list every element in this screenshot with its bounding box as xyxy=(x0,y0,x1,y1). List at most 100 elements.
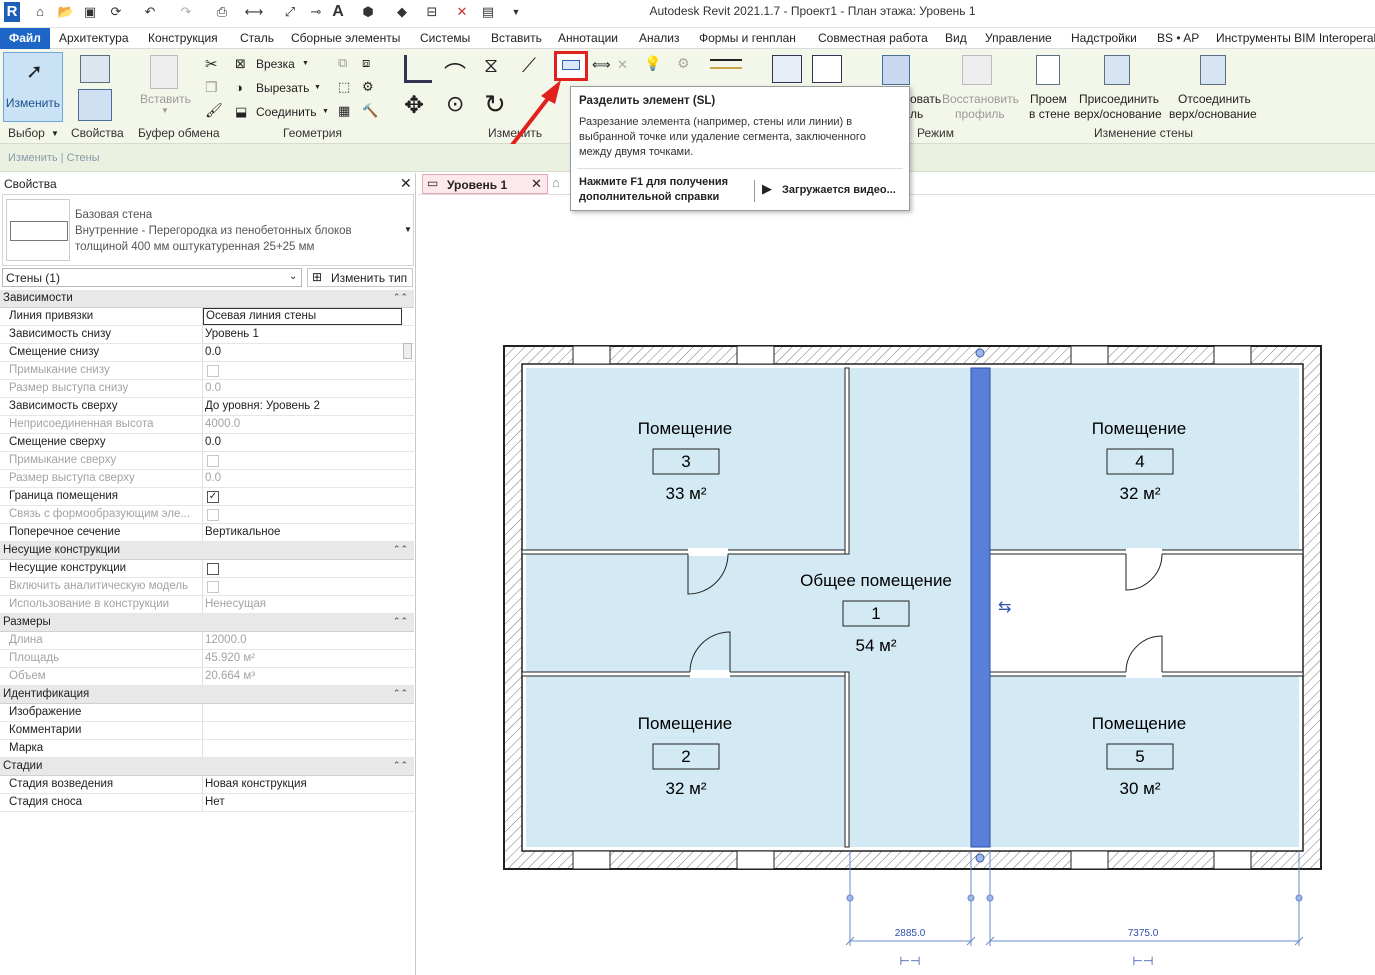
partition-wall[interactable] xyxy=(844,367,850,555)
tab-structure[interactable]: Конструкция xyxy=(148,28,218,49)
property-section[interactable]: Размеры ⌃⌃ xyxy=(0,614,414,632)
properties-scrollbar[interactable] xyxy=(403,343,412,359)
paste-label[interactable]: Вставить xyxy=(140,92,191,106)
door-opening[interactable] xyxy=(1126,670,1162,678)
property-row[interactable]: Стадия возведения Новая конструкция xyxy=(0,776,414,794)
property-row[interactable]: Зависимость сверху До уровня: Уровень 2 xyxy=(0,398,414,416)
property-checkbox[interactable]: ✓ xyxy=(207,491,219,503)
property-row[interactable]: Поперечное сечение Вертикальное xyxy=(0,524,414,542)
home-view-icon[interactable]: ⌂ xyxy=(552,175,560,190)
door-opening[interactable] xyxy=(690,670,730,678)
demolish-icon[interactable]: ⚙ xyxy=(362,79,374,95)
close-tab-icon[interactable]: ✕ xyxy=(531,176,542,192)
move-icon[interactable]: ✥ xyxy=(404,91,424,120)
drawing-canvas[interactable]: ⇆ Помещение 3 33 м² Помещение 4 32 м² Об… xyxy=(418,196,1375,975)
property-value[interactable]: До уровня: Уровень 2 xyxy=(205,400,320,412)
property-value[interactable]: Нет xyxy=(205,796,225,808)
unpin-icon[interactable]: ✕ xyxy=(617,57,628,73)
tab-annotate[interactable]: Аннотации xyxy=(558,28,618,49)
copy-icon[interactable]: ❐ xyxy=(205,79,218,96)
dimension-value[interactable]: 2885.0 xyxy=(895,928,926,939)
tab-precast[interactable]: Сборные элементы xyxy=(291,28,400,49)
window[interactable] xyxy=(736,850,775,870)
property-row[interactable]: Изображение xyxy=(0,704,414,722)
window[interactable] xyxy=(1070,850,1109,870)
close-icon[interactable]: ✕ xyxy=(400,175,412,192)
wall-end-grip[interactable] xyxy=(975,348,985,358)
cut-icon[interactable]: ✂ xyxy=(205,55,218,73)
partition-wall[interactable] xyxy=(521,549,850,555)
property-row[interactable]: Комментарии xyxy=(0,722,414,740)
property-value[interactable]: 0.0 xyxy=(205,436,221,448)
hammer-icon[interactable]: 🔨 xyxy=(362,103,378,119)
paint-icon[interactable]: ⬚ xyxy=(338,79,350,95)
window[interactable] xyxy=(1213,345,1252,365)
offset-icon[interactable]: ⌒ xyxy=(444,57,466,89)
property-section[interactable]: Несущие конструкции ⌃⌃ xyxy=(0,542,414,560)
edit-type-button[interactable]: ⊞ Изменить тип xyxy=(307,268,413,287)
cope-icon[interactable]: ⊠ xyxy=(235,56,246,72)
door-opening[interactable] xyxy=(688,548,728,556)
property-section[interactable]: Стадии ⌃⌃ xyxy=(0,758,414,776)
paste-icon[interactable] xyxy=(150,55,178,89)
tab-view[interactable]: Вид xyxy=(945,28,967,49)
cut-geometry-icon[interactable]: ◑ xyxy=(235,80,243,95)
flip-control-icon[interactable]: ⇆ xyxy=(998,597,1011,616)
tab-insert[interactable]: Вставить xyxy=(491,28,542,49)
paste-dropdown-icon[interactable]: ▼ xyxy=(161,106,169,115)
create-similar-icon[interactable] xyxy=(772,55,802,83)
tab-level-1[interactable]: ▭ Уровень 1 ✕ xyxy=(422,174,548,194)
property-value[interactable]: Осевая линия стены xyxy=(203,308,402,325)
property-row[interactable]: Марка xyxy=(0,740,414,758)
scale-icon[interactable]: ⚙ xyxy=(677,55,690,72)
tab-bim-interoperability[interactable]: Инструменты BIM Interoperal xyxy=(1216,28,1375,49)
edit-profile-icon[interactable] xyxy=(882,55,910,85)
properties-icon[interactable] xyxy=(78,89,112,121)
wall-joins-icon[interactable]: ⧉ xyxy=(338,55,347,71)
collapse-icon[interactable]: ⌃⌃ xyxy=(393,616,408,627)
collapse-icon[interactable]: ⌃⌃ xyxy=(393,688,408,699)
light-icon[interactable]: 💡 xyxy=(644,55,661,72)
window[interactable] xyxy=(1070,345,1109,365)
door-opening[interactable] xyxy=(1126,548,1162,556)
property-row[interactable]: Несущие конструкции xyxy=(0,560,414,578)
property-section[interactable]: Идентификация ⌃⌃ xyxy=(0,686,414,704)
property-value[interactable]: 0.0 xyxy=(205,346,221,358)
type-properties-icon[interactable] xyxy=(80,55,110,83)
window[interactable] xyxy=(1213,850,1252,870)
split-gap-icon[interactable]: ⟺ xyxy=(592,57,611,73)
wall-opening-icon[interactable] xyxy=(1036,55,1060,85)
create-group-icon[interactable] xyxy=(812,55,842,83)
window[interactable] xyxy=(572,345,611,365)
wall-end-grip[interactable] xyxy=(975,853,985,863)
collapse-icon[interactable]: ⌃⌃ xyxy=(393,760,408,771)
split-face-icon[interactable]: ⧈ xyxy=(362,55,370,71)
match-type-icon[interactable]: 🖌 xyxy=(205,102,223,119)
tab-systems[interactable]: Системы xyxy=(420,28,470,49)
detach-top-base-icon[interactable] xyxy=(1200,55,1226,85)
reset-profile-label[interactable]: Восстановить xyxy=(942,92,1019,106)
join-icon[interactable]: ⬓ xyxy=(235,104,247,120)
property-row[interactable]: Граница помещения ✓ xyxy=(0,488,414,506)
dimension-lock-icon[interactable]: ⊢⊣ xyxy=(900,954,921,968)
dimension-value[interactable]: 7375.0 xyxy=(1128,928,1159,939)
property-value[interactable]: Новая конструкция xyxy=(205,778,307,790)
wall-opening-label[interactable]: Проем xyxy=(1030,92,1067,106)
linework-icon[interactable]: ▦ xyxy=(338,103,350,119)
tab-addins[interactable]: Надстройки xyxy=(1071,28,1137,49)
property-row[interactable]: Зависимость снизу Уровень 1 xyxy=(0,326,414,344)
room-fill-common-center[interactable] xyxy=(849,368,971,847)
select-dropdown-icon[interactable]: ▼ xyxy=(51,129,59,138)
attach-label[interactable]: Присоединить xyxy=(1079,92,1159,106)
property-value[interactable]: Вертикальное xyxy=(205,526,280,538)
type-dropdown-icon[interactable]: ▼ xyxy=(404,225,412,234)
floor-plan[interactable]: ⇆ Помещение 3 33 м² Помещение 4 32 м² Об… xyxy=(418,196,1375,975)
window[interactable] xyxy=(572,850,611,870)
cope-label[interactable]: Врезка xyxy=(256,57,295,71)
collapse-icon[interactable]: ⌃⌃ xyxy=(393,544,408,555)
reset-profile-icon[interactable] xyxy=(962,55,992,85)
tab-steel[interactable]: Сталь xyxy=(240,28,274,49)
tab-massing-site[interactable]: Формы и генплан xyxy=(699,28,796,49)
selected-wall[interactable] xyxy=(970,367,991,848)
tab-file[interactable]: Файл xyxy=(0,28,50,49)
